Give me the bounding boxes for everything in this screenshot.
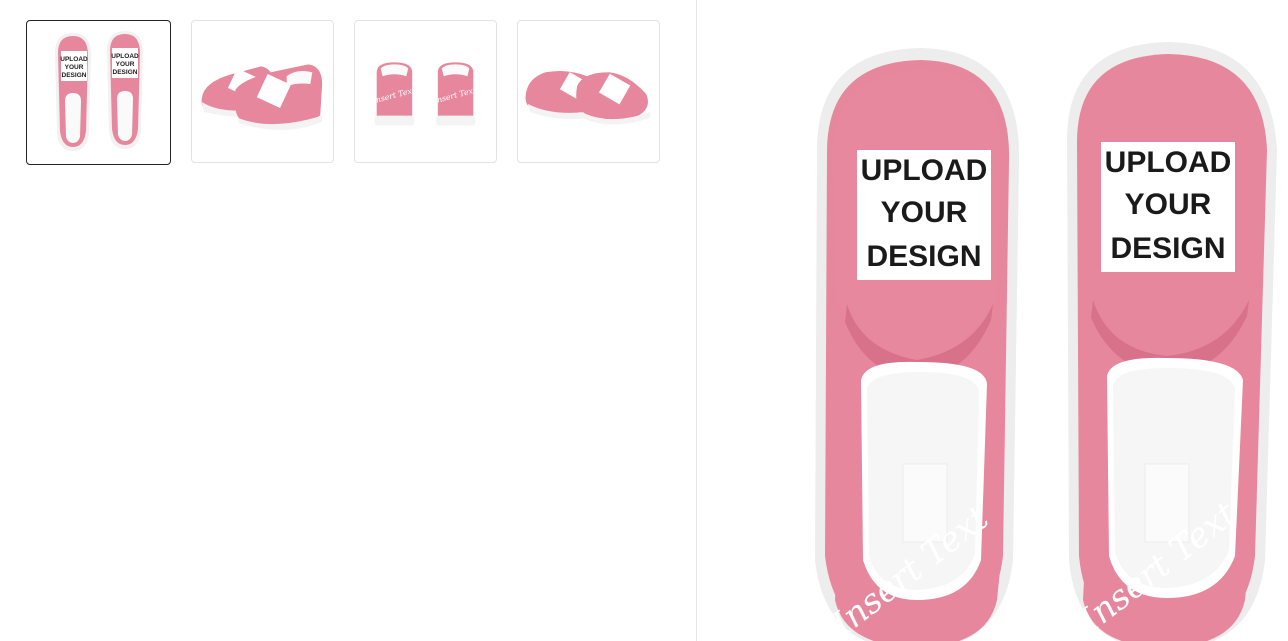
svg-text:DESIGN: DESIGN bbox=[866, 240, 981, 273]
svg-text:UPLOAD: UPLOAD bbox=[111, 53, 139, 60]
svg-text:UPLOAD: UPLOAD bbox=[1105, 146, 1232, 179]
svg-text:UPLOAD: UPLOAD bbox=[60, 56, 88, 63]
shoe-side-view-thumb-image bbox=[201, 64, 323, 130]
shoe-top-view-thumb-image: UPLOAD YOUR DESIGN UPLOAD YOUR DESIGN bbox=[55, 31, 143, 151]
shoe-other-side-view-thumb-image bbox=[525, 70, 651, 125]
left-design-placeholder: UPLOAD YOUR DESIGN bbox=[857, 150, 991, 280]
left-shoe: UPLOAD YOUR DESIGN Insert Text bbox=[815, 48, 1020, 641]
right-shoe-thumb: UPLOAD YOUR DESIGN bbox=[107, 31, 143, 149]
thumbnail-pane: UPLOAD YOUR DESIGN UPLOAD YOUR DESIGN In… bbox=[0, 0, 696, 641]
shoe-back-view-thumb-image: Insert Text Insert Text bbox=[371, 62, 478, 126]
svg-text:DESIGN: DESIGN bbox=[62, 72, 87, 79]
thumbnail-other-side-view[interactable] bbox=[517, 20, 660, 163]
right-design-placeholder: UPLOAD YOUR DESIGN bbox=[1101, 142, 1235, 272]
right-shoe: UPLOAD YOUR DESIGN Insert Text bbox=[1067, 42, 1277, 641]
thumbnail-strip: UPLOAD YOUR DESIGN UPLOAD YOUR DESIGN In… bbox=[26, 20, 660, 165]
shoe-top-view-large-image: UPLOAD YOUR DESIGN Insert Text UPLOAD YO… bbox=[815, 42, 1277, 641]
main-product-image[interactable]: UPLOAD YOUR DESIGN Insert Text UPLOAD YO… bbox=[697, 0, 1288, 641]
svg-text:DESIGN: DESIGN bbox=[1110, 232, 1225, 265]
thumbnail-side-view[interactable] bbox=[191, 20, 334, 163]
left-shoe-thumb: UPLOAD YOUR DESIGN bbox=[55, 33, 91, 151]
svg-text:YOUR: YOUR bbox=[116, 61, 135, 68]
svg-text:YOUR: YOUR bbox=[65, 64, 84, 71]
thumbnail-back-view[interactable]: Insert Text Insert Text bbox=[354, 20, 497, 163]
thumbnail-top-view[interactable]: UPLOAD YOUR DESIGN UPLOAD YOUR DESIGN bbox=[26, 20, 171, 165]
svg-text:YOUR: YOUR bbox=[881, 196, 968, 229]
svg-text:UPLOAD: UPLOAD bbox=[861, 154, 988, 187]
svg-text:DESIGN: DESIGN bbox=[113, 69, 138, 76]
svg-text:YOUR: YOUR bbox=[1125, 188, 1212, 221]
